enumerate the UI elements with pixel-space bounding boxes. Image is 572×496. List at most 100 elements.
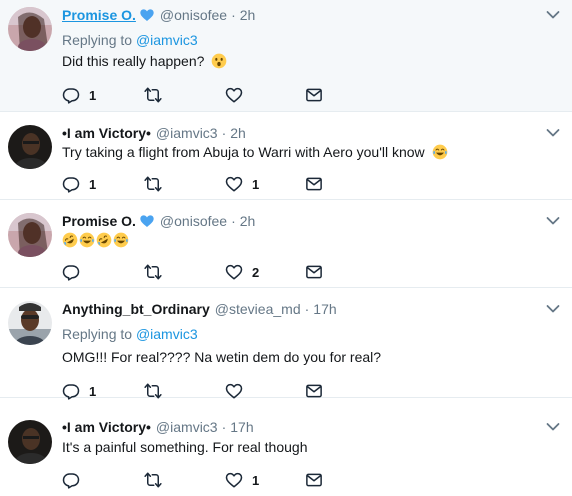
direct-message-button[interactable] [305, 471, 323, 489]
direct-message-button[interactable] [305, 86, 323, 104]
display-name[interactable]: •I am Victory• [62, 419, 151, 435]
tweet-text-content: It's a painful something. For real thoug… [62, 439, 308, 455]
retweet-icon [144, 86, 162, 104]
separator: · [304, 301, 310, 317]
retweet-button[interactable] [144, 175, 171, 193]
replying-label: Replying to [62, 32, 133, 48]
reply-count: 1 [89, 87, 97, 103]
tears-of-joy-emoji-icon [113, 232, 129, 248]
handle[interactable]: @onisofee [160, 213, 227, 229]
tears-of-joy-emoji-icon [432, 144, 448, 160]
tweet-actions: 1 1 [62, 175, 362, 193]
reply-icon [62, 86, 80, 104]
timestamp[interactable]: 2h [230, 125, 246, 141]
timestamp[interactable]: 2h [240, 213, 256, 229]
chevron-down-icon[interactable] [546, 304, 560, 314]
tweet[interactable]: •I am Victory• @iamvic3 · 17h It's a pai… [0, 398, 572, 496]
tweet[interactable]: •I am Victory• @iamvic3 · 2h Try taking … [0, 112, 572, 200]
reply-button[interactable] [62, 263, 89, 281]
tweet-actions: 2 [62, 263, 362, 281]
tears-of-joy-emoji-icon [79, 232, 95, 248]
astonished-face-emoji-icon [211, 53, 227, 69]
tweet[interactable]: Anything_bt_Ordinary @steviea_md · 17h R… [0, 288, 572, 398]
like-button[interactable]: 2 [225, 263, 259, 281]
reply-icon [62, 263, 80, 281]
like-count: 1 [252, 176, 260, 192]
rolling-on-floor-laughing-emoji-icon [62, 232, 78, 248]
heart-icon [225, 86, 243, 104]
reply-icon [62, 471, 80, 489]
tweet-actions: 1 [62, 86, 362, 104]
retweet-icon [144, 263, 162, 281]
rolling-on-floor-laughing-emoji-icon [96, 232, 112, 248]
timestamp[interactable]: 17h [313, 301, 336, 317]
retweet-button[interactable] [144, 263, 171, 281]
tweet-text: It's a painful something. For real thoug… [62, 439, 307, 455]
like-count: 1 [252, 472, 260, 488]
replying-label: Replying to [62, 326, 133, 342]
reply-button[interactable] [62, 471, 89, 489]
tweet-text: Did this really happen? [62, 53, 227, 69]
retweet-icon [144, 175, 162, 193]
retweet-button[interactable] [144, 86, 171, 104]
avatar[interactable] [8, 213, 52, 257]
handle[interactable]: @onisofee [160, 7, 227, 23]
separator: · [221, 419, 227, 435]
direct-message-button[interactable] [305, 263, 323, 281]
replying-to: Replying to @iamvic3 [62, 32, 198, 48]
tweet-text-content: Did this really happen? [62, 53, 205, 69]
timestamp[interactable]: 2h [240, 7, 256, 23]
display-name[interactable]: Promise O. [62, 213, 136, 229]
timestamp[interactable]: 17h [230, 419, 253, 435]
tweet[interactable]: Promise O. @onisofee · 2h Replying to @i… [0, 0, 572, 112]
separator: · [221, 125, 227, 141]
avatar[interactable] [8, 7, 52, 51]
replying-to: Replying to @iamvic3 [62, 326, 198, 342]
reply-button[interactable]: 1 [62, 86, 96, 104]
handle[interactable]: @iamvic3 [156, 125, 218, 141]
envelope-icon [305, 86, 323, 104]
like-count: 2 [252, 264, 260, 280]
tweet-text: OMG!!! For real???? Na wetin dem do you … [62, 349, 381, 365]
handle[interactable]: @iamvic3 [156, 419, 218, 435]
chevron-down-icon[interactable] [546, 128, 560, 138]
reply-count: 1 [89, 176, 97, 192]
tweet-text: Try taking a flight from Abuja to Warri … [62, 144, 448, 160]
like-button[interactable]: 1 [225, 471, 259, 489]
heart-icon [225, 263, 243, 281]
reply-button[interactable]: 1 [62, 175, 96, 193]
tweet-actions: 1 [62, 471, 362, 489]
retweet-icon [144, 471, 162, 489]
display-name[interactable]: Promise O. [62, 7, 136, 23]
heart-icon [225, 175, 243, 193]
verified-heart-icon [139, 213, 155, 229]
tweet[interactable]: Promise O. @onisofee · 2h 2 [0, 200, 572, 288]
mention-link[interactable]: @iamvic3 [136, 32, 198, 48]
separator: · [231, 213, 236, 229]
display-name[interactable]: •I am Victory• [62, 125, 151, 141]
tweet-text-content: OMG!!! For real???? Na wetin dem do you … [62, 349, 382, 365]
retweet-button[interactable] [144, 471, 171, 489]
separator: · [231, 7, 236, 23]
tweet-text-content: Try taking a flight from Abuja to Warri … [62, 144, 425, 160]
avatar[interactable] [8, 301, 52, 345]
like-button[interactable] [225, 86, 252, 104]
chevron-down-icon[interactable] [546, 10, 560, 20]
avatar[interactable] [8, 420, 52, 464]
chevron-down-icon[interactable] [546, 422, 560, 432]
envelope-icon [305, 471, 323, 489]
tweet-text [62, 232, 130, 248]
reply-icon [62, 175, 80, 193]
avatar[interactable] [8, 125, 52, 169]
reply-count: 1 [89, 383, 97, 399]
handle[interactable]: @steviea_md [215, 301, 301, 317]
chevron-down-icon[interactable] [546, 216, 560, 226]
direct-message-button[interactable] [305, 175, 323, 193]
display-name[interactable]: Anything_bt_Ordinary [62, 301, 210, 317]
heart-icon [225, 471, 243, 489]
tweet-thread: Promise O. @onisofee · 2h Replying to @i… [0, 0, 572, 496]
mention-link[interactable]: @iamvic3 [136, 326, 198, 342]
like-button[interactable]: 1 [225, 175, 259, 193]
envelope-icon [305, 175, 323, 193]
verified-heart-icon [139, 7, 155, 23]
